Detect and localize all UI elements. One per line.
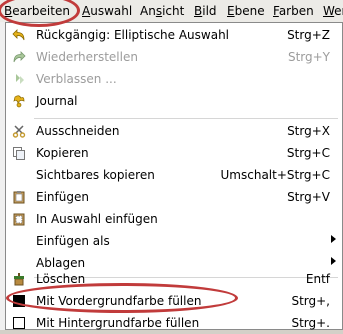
fade-icon <box>12 72 26 86</box>
menu-item-undo[interactable]: Rückgängig: Elliptische Auswahl Strg+Z <box>6 24 342 46</box>
paste-icon <box>12 190 26 204</box>
journal-icon <box>12 94 26 108</box>
redo-icon <box>12 50 26 64</box>
menu-ansicht[interactable]: Ansicht <box>140 3 184 19</box>
menu-item-paste-into[interactable]: In Auswahl einfügen <box>6 208 342 230</box>
menu-item-journal[interactable]: Journal <box>6 90 342 112</box>
menu-bild[interactable]: Bild <box>194 3 217 19</box>
highlight-ring-fill-fg <box>6 283 238 313</box>
copy-icon <box>12 146 26 160</box>
menu-separator <box>34 118 338 119</box>
cut-icon <box>12 124 26 138</box>
menu-item-paste-as[interactable]: Einfügen als <box>6 230 342 252</box>
bg-fill-icon <box>12 316 26 330</box>
menu-ebene[interactable]: Ebene <box>227 3 265 19</box>
menu-item-fade[interactable]: Verblassen ... <box>6 68 342 90</box>
clear-icon <box>12 272 26 286</box>
menu-auswahl[interactable]: Auswahl <box>82 3 132 19</box>
menu-item-copy-visible[interactable]: Sichtbares kopieren Umschalt+Strg+C <box>6 164 342 186</box>
undo-icon <box>12 28 26 42</box>
menu-item-cut[interactable]: Ausschneiden Strg+X <box>6 120 342 142</box>
menu-item-redo[interactable]: Wiederherstellen Strg+Y <box>6 46 342 68</box>
menu-item-paste[interactable]: Einfügen Strg+V <box>6 186 342 208</box>
menu-item-fill-bg[interactable]: Mit Hintergrundfarbe füllen Strg+. <box>6 312 342 334</box>
menu-farben[interactable]: Farben <box>273 3 314 19</box>
paste-into-icon <box>12 212 26 226</box>
submenu-arrow-icon <box>331 257 336 265</box>
menu-werkzeuge[interactable]: Wer <box>323 3 343 19</box>
menu-item-copy[interactable]: Kopieren Strg+C <box>6 142 342 164</box>
submenu-arrow-icon <box>331 235 336 243</box>
